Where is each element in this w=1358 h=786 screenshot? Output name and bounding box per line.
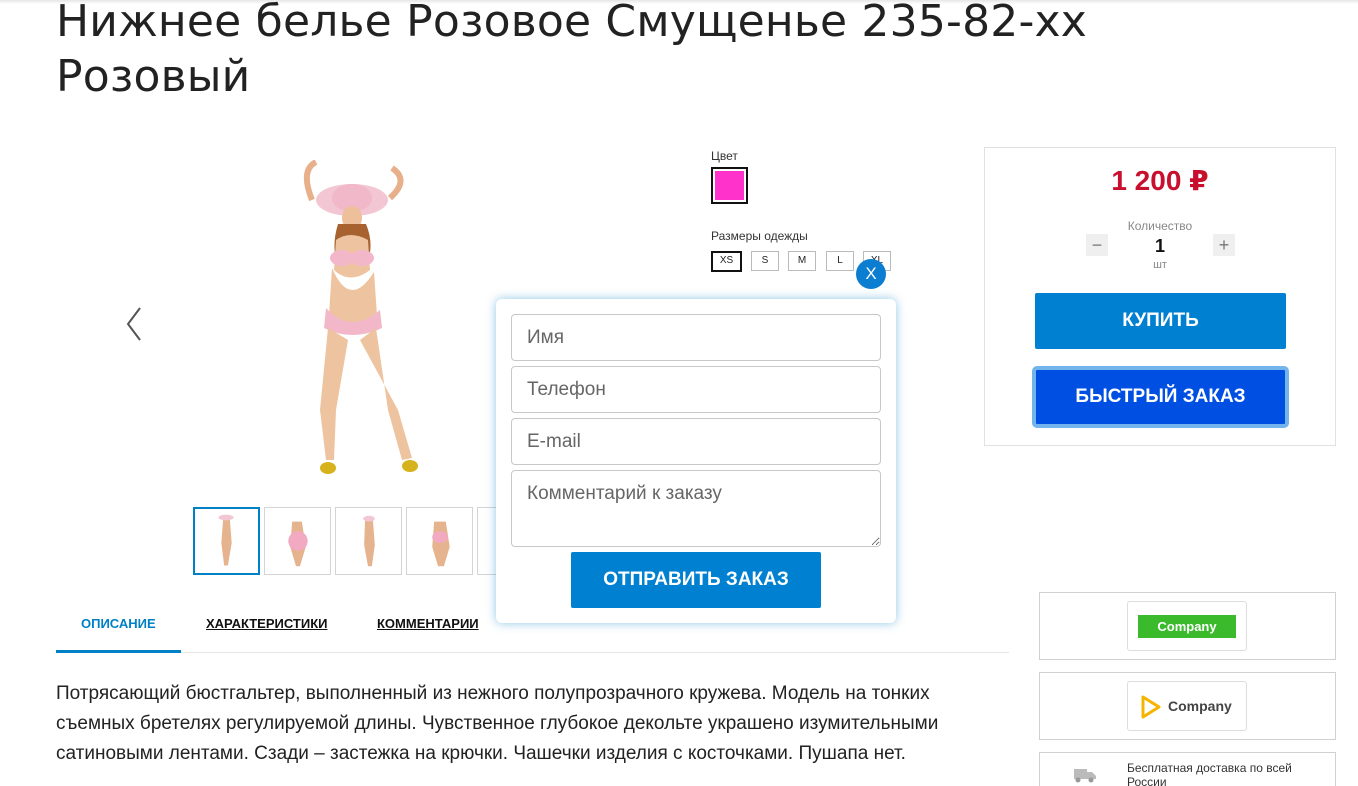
thumbnail[interactable] bbox=[406, 507, 473, 575]
thumbnail[interactable] bbox=[193, 507, 260, 575]
company-logo: Company bbox=[1127, 601, 1247, 651]
company-logo: Company bbox=[1127, 681, 1247, 731]
purchase-panel: 1 200 ₽ Количество − 1 + шт КУПИТЬ БЫСТР… bbox=[984, 147, 1336, 446]
page-title: Нижнее белье Розовое Смущенье 235-82-хх … bbox=[56, 0, 1088, 102]
chevron-left-icon[interactable] bbox=[122, 304, 146, 344]
product-description: Потрясающий бюстгальтер, выполненный из … bbox=[56, 683, 939, 764]
tab-comments[interactable]: КОММЕНТАРИИ bbox=[377, 605, 479, 652]
buy-button[interactable]: КУПИТЬ bbox=[1035, 293, 1286, 349]
phone-field[interactable] bbox=[511, 366, 881, 413]
size-option-l[interactable]: L bbox=[826, 251, 854, 271]
quantity-unit: шт bbox=[1153, 259, 1167, 271]
company-logo-text: Company bbox=[1138, 615, 1236, 638]
name-field[interactable] bbox=[511, 314, 881, 361]
size-option-s[interactable]: S bbox=[751, 251, 779, 271]
swatch-fill bbox=[715, 171, 744, 200]
submit-order-button[interactable]: ОТПРАВИТЬ ЗАКАЗ bbox=[571, 552, 821, 608]
delivery-text: Бесплатная доставка по всей России bbox=[1127, 761, 1292, 786]
size-option-xs[interactable]: XS bbox=[711, 251, 742, 272]
quick-order-button[interactable]: БЫСТРЫЙ ЗАКАЗ bbox=[1032, 366, 1289, 428]
tab-characteristics[interactable]: ХАРАКТЕРИСТИКИ bbox=[206, 605, 328, 652]
quantity-value[interactable]: 1 bbox=[985, 236, 1335, 257]
payment-badge-1[interactable]: Company bbox=[1039, 592, 1336, 660]
delivery-info: Бесплатная доставка по всей России bbox=[1039, 752, 1336, 786]
thumbnail[interactable] bbox=[264, 507, 331, 575]
play-logo-icon bbox=[1141, 695, 1161, 719]
payment-badge-2[interactable]: Company bbox=[1039, 672, 1336, 740]
product-tabs: ОПИСАНИЕ ХАРАКТЕРИСТИКИ КОММЕНТАРИИ bbox=[56, 605, 1009, 653]
quantity-label: Количество bbox=[1127, 219, 1193, 233]
thumbnail-strip bbox=[193, 507, 513, 576]
tab-description[interactable]: ОПИСАНИЕ bbox=[56, 605, 181, 653]
close-popup-button[interactable]: X bbox=[856, 259, 886, 289]
email-field[interactable] bbox=[511, 418, 881, 465]
quick-order-popup: ОТПРАВИТЬ ЗАКАЗ bbox=[496, 299, 896, 623]
color-label: Цвет bbox=[711, 149, 738, 163]
thumbnail[interactable] bbox=[335, 507, 402, 575]
truck-icon bbox=[1074, 769, 1096, 783]
price: 1 200 ₽ bbox=[1111, 165, 1209, 196]
company-logo-text: Company bbox=[1168, 698, 1232, 714]
quantity-increase-button[interactable]: + bbox=[1213, 234, 1235, 256]
product-photo bbox=[303, 160, 418, 474]
size-label: Размеры одежды bbox=[711, 229, 808, 243]
size-option-m[interactable]: M bbox=[788, 251, 816, 271]
color-swatch-pink[interactable] bbox=[711, 167, 748, 204]
comment-field[interactable] bbox=[511, 470, 881, 547]
